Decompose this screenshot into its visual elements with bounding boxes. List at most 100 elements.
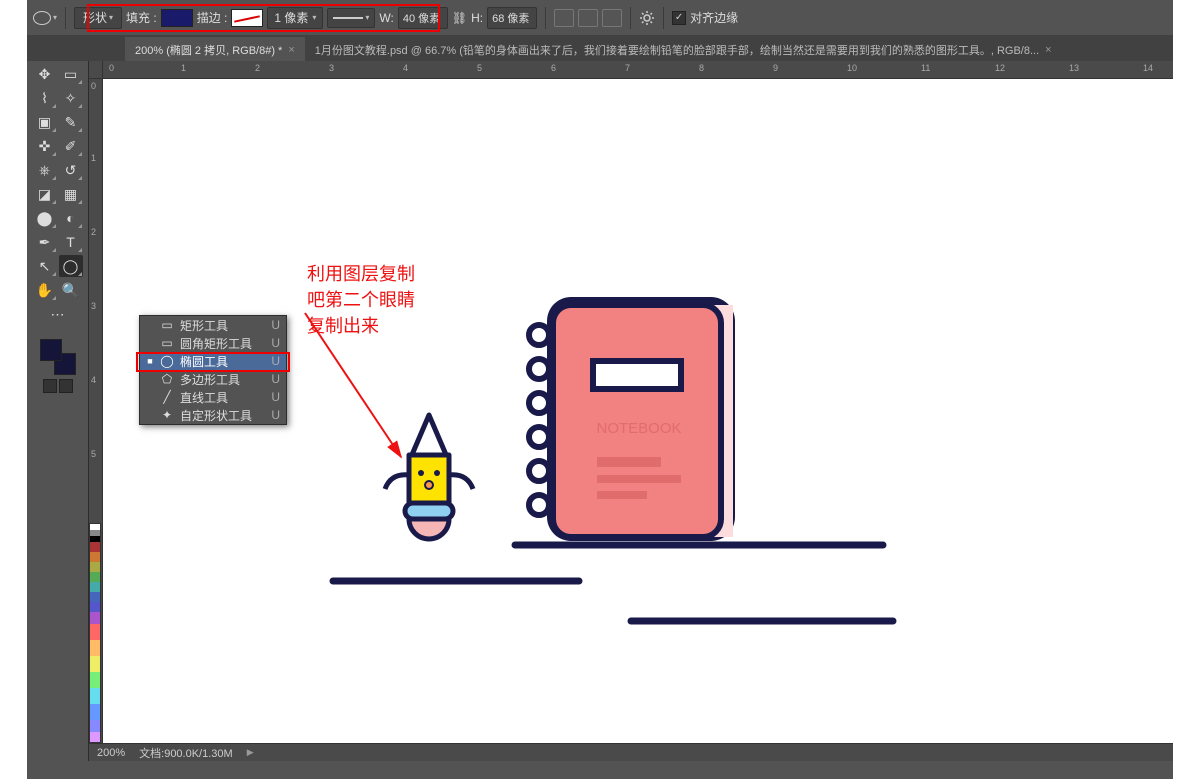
- blur-tool[interactable]: ⬤: [33, 207, 57, 229]
- align-edges-checkbox[interactable]: ✓: [672, 11, 686, 25]
- photoshop-window: ▾ 形状 ▾ 填充 : 描边 : 1 像素 ▾ ▾ W: 40 像素 ⛓ H: …: [27, 0, 1173, 779]
- main-area: ✥▭ ⌇✧ ▣✎ ✜✐ ⎈↺ ◪▦ ⬤◐ ✒T ↖◯ ✋🔍 ⋯ ▭矩形工具U ▭…: [27, 61, 1173, 761]
- ruler-tick: 6: [551, 63, 556, 73]
- close-icon[interactable]: ×: [1045, 44, 1051, 56]
- magic-wand-tool[interactable]: ✧: [59, 87, 83, 109]
- eyedropper-tool[interactable]: ✎: [59, 111, 83, 133]
- tab-active-doc[interactable]: 200% (椭圆 2 拷贝, RGB/8#) * ×: [125, 37, 305, 61]
- move-tool[interactable]: ✥: [33, 63, 57, 85]
- path-operations-button[interactable]: [554, 9, 574, 27]
- shortcut-key: U: [271, 354, 280, 368]
- w-label: W:: [379, 11, 393, 25]
- ruler-tick: 4: [403, 63, 408, 73]
- ruler-tick: 11: [921, 63, 930, 73]
- shortcut-key: U: [271, 318, 280, 332]
- shortcut-key: U: [271, 372, 280, 386]
- color-swatches[interactable]: [40, 339, 76, 375]
- h-label: H:: [471, 11, 483, 25]
- chevron-down-icon: ▾: [109, 13, 113, 22]
- ruler-corner: [89, 61, 103, 79]
- healing-brush-tool[interactable]: ✜: [33, 135, 57, 157]
- options-bar: ▾ 形状 ▾ 填充 : 描边 : 1 像素 ▾ ▾ W: 40 像素 ⛓ H: …: [27, 0, 1173, 35]
- width-input[interactable]: 40 像素: [398, 7, 448, 29]
- ruler-tick: 0: [91, 81, 96, 91]
- chevron-down-icon: ▾: [312, 13, 316, 22]
- pen-tool[interactable]: ✒: [33, 231, 57, 253]
- ruler-tick: 3: [329, 63, 334, 73]
- ruler-tick: 2: [255, 63, 260, 73]
- flyout-label: 圆角矩形工具: [180, 335, 252, 352]
- ruler-tick: 3: [91, 301, 96, 311]
- path-selection-tool[interactable]: ↖: [33, 255, 57, 277]
- ruler-tick: 5: [477, 63, 482, 73]
- stroke-swatch[interactable]: [231, 9, 263, 27]
- color-picker-strip[interactable]: [89, 523, 101, 743]
- lasso-tool[interactable]: ⌇: [33, 87, 57, 109]
- ruler-tick: 13: [1069, 63, 1079, 73]
- quick-mask-toggle[interactable]: [43, 379, 73, 393]
- height-input[interactable]: 68 像素: [487, 7, 537, 29]
- path-arrangement-button[interactable]: [602, 9, 622, 27]
- fill-swatch[interactable]: [161, 9, 193, 27]
- misc-tool[interactable]: ⋯: [46, 303, 70, 325]
- clone-stamp-tool[interactable]: ⎈: [33, 159, 57, 181]
- line-icon: ╱: [160, 390, 174, 404]
- eraser-tool[interactable]: ◪: [33, 183, 57, 205]
- flyout-custom-shape[interactable]: ✦自定形状工具U: [140, 406, 286, 424]
- close-icon[interactable]: ×: [288, 44, 294, 56]
- shortcut-key: U: [271, 336, 280, 350]
- gear-icon[interactable]: [639, 10, 655, 26]
- gradient-tool[interactable]: ▦: [59, 183, 83, 205]
- ellipse-tool-indicator[interactable]: ▾: [33, 7, 57, 29]
- status-bar: 200% 文档:900.0K/1.30M ▶: [89, 743, 1173, 761]
- history-brush-tool[interactable]: ↺: [59, 159, 83, 181]
- polygon-icon: ⬠: [160, 372, 174, 386]
- stroke-style-select[interactable]: ▾: [327, 8, 375, 28]
- tab-second-doc[interactable]: 1月份图文教程.psd @ 66.7% (铅笔的身体画出来了后，我们接着要绘制铅…: [305, 37, 1062, 61]
- marquee-tool[interactable]: ▭: [59, 63, 83, 85]
- tab-label: 200% (椭圆 2 拷贝, RGB/8#) *: [135, 42, 282, 58]
- flyout-polygon[interactable]: ⬠ 多边形工具 U: [140, 370, 286, 388]
- ruler-tick: 2: [91, 227, 96, 237]
- ruler-tick: 1: [91, 153, 96, 163]
- separator: [545, 7, 546, 29]
- zoom-tool[interactable]: 🔍: [59, 279, 83, 301]
- stroke-line-icon: [333, 17, 363, 19]
- flyout-label: 多边形工具: [180, 371, 240, 388]
- height-value: 68 像素: [492, 10, 529, 26]
- type-tool[interactable]: T: [59, 231, 83, 253]
- ruler-tick: 10: [847, 63, 857, 73]
- shape-mode-select[interactable]: 形状 ▾: [74, 7, 122, 29]
- dodge-tool[interactable]: ◐: [59, 207, 83, 229]
- annotation-text: 利用图层复制 吧第二个眼睛 复制出来: [307, 261, 415, 339]
- path-alignment-button[interactable]: [578, 9, 598, 27]
- flyout-rectangle[interactable]: ▭矩形工具U: [140, 316, 286, 334]
- separator: [65, 7, 66, 29]
- tab-label: 1月份图文教程.psd @ 66.7% (铅笔的身体画出来了后，我们接着要绘制铅…: [315, 42, 1039, 58]
- stroke-width-value: 1 像素: [274, 9, 308, 26]
- link-wh-icon[interactable]: ⛓: [452, 11, 467, 25]
- zoom-level[interactable]: 200%: [97, 747, 125, 759]
- flyout-rounded-rect[interactable]: ▭ 圆角矩形工具 U: [140, 334, 286, 352]
- ruler-tick: 7: [625, 63, 630, 73]
- ruler-tick: 8: [699, 63, 704, 73]
- hand-tool[interactable]: ✋: [33, 279, 57, 301]
- custom-shape-icon: ✦: [160, 408, 174, 422]
- shape-tool[interactable]: ◯: [59, 255, 83, 277]
- stroke-label: 描边 :: [197, 9, 228, 26]
- fg-color-swatch[interactable]: [40, 339, 62, 361]
- crop-tool[interactable]: ▣: [33, 111, 57, 133]
- flyout-line[interactable]: ╱直线工具U: [140, 388, 286, 406]
- ruler-tick: 5: [91, 449, 96, 459]
- brush-tool[interactable]: ✐: [59, 135, 83, 157]
- chevron-right-icon[interactable]: ▶: [247, 747, 254, 758]
- shape-tool-flyout: ▭矩形工具U ▭ 圆角矩形工具 U ■◯椭圆工具U ⬠ 多边形工具 U ╱直线工具U ✦…: [139, 315, 287, 425]
- shape-mode-label: 形状: [83, 9, 107, 26]
- ruler-horizontal[interactable]: 0 1 2 3 4 5 6 7 8 9 10 11 12 13 14: [103, 61, 1173, 79]
- rounded-rect-icon: ▭: [160, 336, 174, 350]
- doc-size[interactable]: 文档:900.0K/1.30M: [139, 745, 233, 761]
- ruler-tick: 4: [91, 375, 96, 385]
- stroke-width-input[interactable]: 1 像素 ▾: [267, 7, 323, 29]
- flyout-ellipse[interactable]: ■◯椭圆工具U: [140, 352, 286, 370]
- align-edges-label: 对齐边缘: [690, 9, 738, 26]
